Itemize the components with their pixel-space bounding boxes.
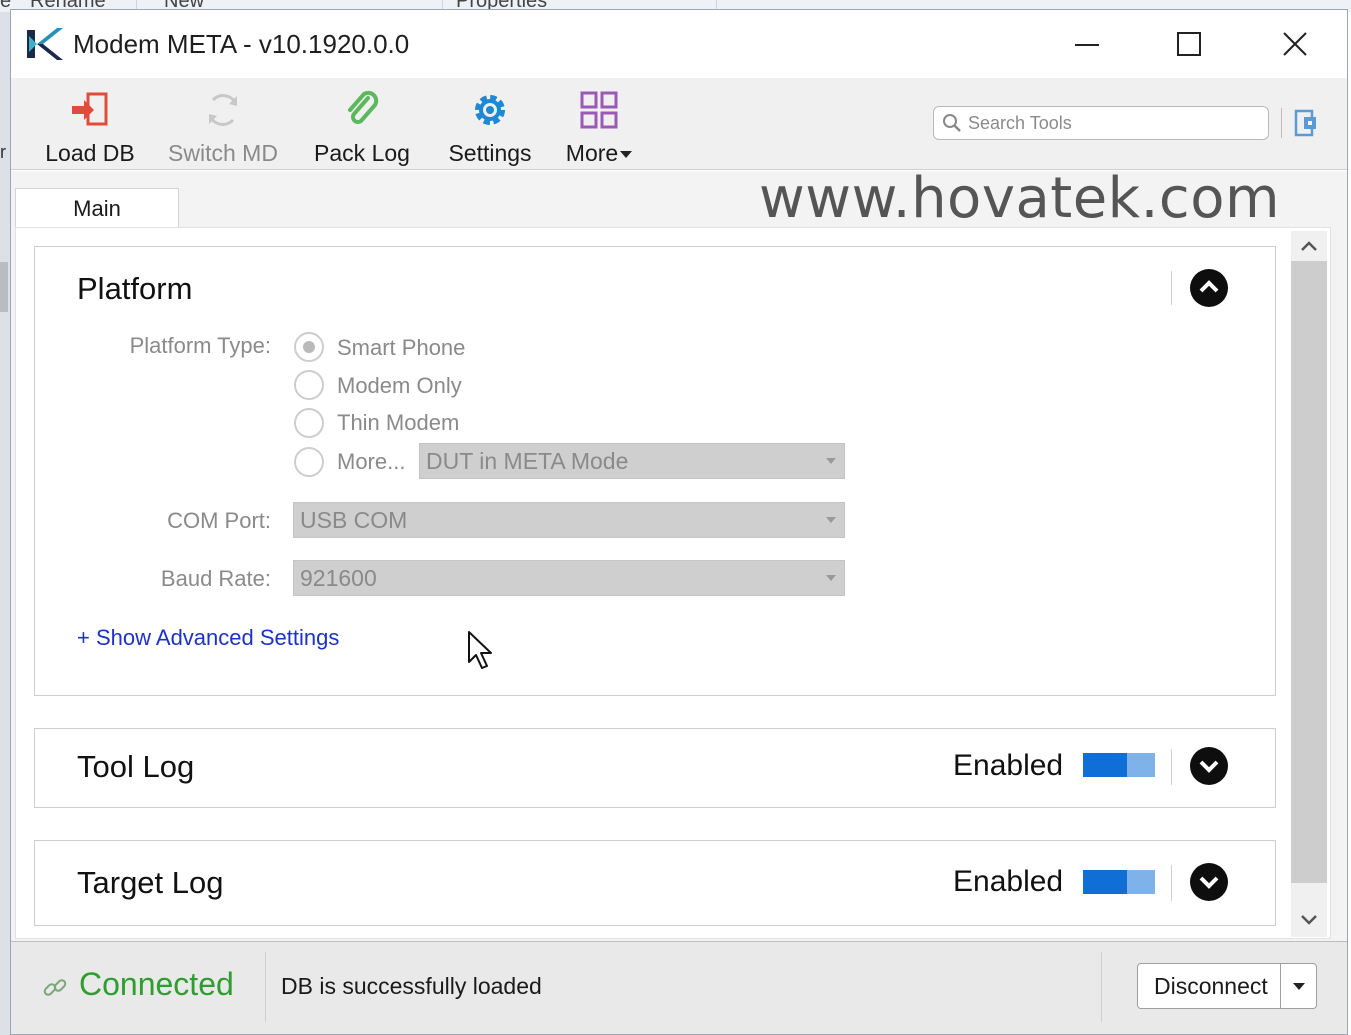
section-separator [1171, 271, 1172, 305]
bg-bar [0, 262, 8, 312]
radio-thin-modem[interactable] [294, 408, 324, 438]
load-db-button[interactable]: Load DB [35, 90, 145, 166]
paperclip-icon [348, 90, 379, 124]
connection-status: Connected [79, 966, 234, 1002]
minimize-icon [1075, 44, 1099, 46]
target-log-section: Target Log Enabled [34, 840, 1276, 926]
close-button[interactable] [1265, 20, 1325, 68]
switch-md-icon [209, 94, 237, 126]
more-button[interactable]: More [559, 90, 639, 166]
section-separator [1171, 865, 1172, 901]
dropdown-arrow-icon [826, 517, 836, 523]
chevron-down-icon[interactable] [1293, 983, 1305, 990]
target-log-status: Enabled [953, 865, 1064, 898]
maximize-icon [1177, 32, 1201, 56]
main-content: Main www.hovatek.com Platform Platform T… [11, 166, 1347, 941]
radio-thin-modem-label: Thin Modem [337, 410, 460, 435]
target-log-expand-button[interactable] [1190, 863, 1228, 901]
background-window-left: r [0, 12, 10, 1035]
more-label-text: More [565, 140, 619, 166]
link-icon [43, 979, 67, 996]
pack-log-label: Pack Log [314, 140, 410, 166]
switch-md-button[interactable]: Switch MD [161, 90, 285, 166]
radio-modem-only[interactable] [294, 370, 324, 400]
grid-icon [580, 91, 618, 129]
title-bar[interactable]: Modem META - v10.1920.0.0 [11, 10, 1347, 78]
chevron-down-icon [1199, 760, 1219, 773]
disconnect-button[interactable]: Disconnect [1137, 963, 1317, 1009]
tab-main[interactable]: Main [15, 188, 179, 228]
pack-log-button[interactable]: Pack Log [305, 90, 419, 166]
radio-more-label: More... [337, 449, 406, 474]
baud-rate-label: Baud Rate: [160, 566, 271, 591]
chevron-up-icon [1199, 280, 1219, 293]
tool-log-toggle[interactable] [1083, 753, 1155, 777]
platform-collapse-button[interactable] [1190, 269, 1228, 307]
load-db-label: Load DB [45, 140, 135, 166]
com-port-select[interactable]: USB COM [293, 502, 845, 538]
dropdown-arrow-icon [826, 575, 836, 581]
search-input[interactable] [968, 110, 1258, 136]
bg-mark: r [0, 142, 6, 162]
chevron-down-icon [620, 151, 633, 159]
switch-md-label: Switch MD [168, 140, 278, 166]
toggle-knob [1083, 870, 1127, 894]
status-separator [265, 952, 266, 1022]
tool-log-expand-button[interactable] [1190, 747, 1228, 785]
scroll-down-icon[interactable] [1299, 909, 1319, 929]
watermark-text: www.hovatek.com [759, 166, 1281, 231]
gear-icon [475, 95, 505, 125]
settings-button[interactable]: Settings [435, 90, 545, 166]
search-box[interactable] [933, 106, 1269, 140]
radio-modem-only-label: Modem Only [337, 373, 462, 398]
platform-type-label: Platform Type: [129, 333, 271, 358]
scroll-up-icon[interactable] [1299, 237, 1319, 257]
load-db-icon [72, 92, 108, 126]
radio-smart-phone-label: Smart Phone [337, 335, 466, 360]
maximize-button[interactable] [1159, 20, 1219, 68]
split-divider [1280, 964, 1281, 1008]
close-icon [1283, 32, 1307, 56]
dock-panel-icon[interactable] [1294, 108, 1320, 138]
radio-smart-phone[interactable] [294, 332, 324, 362]
settings-label: Settings [448, 140, 532, 166]
vertical-scrollbar[interactable] [1291, 231, 1327, 937]
status-bar: Connected DB is successfully loaded Disc… [11, 941, 1347, 1034]
section-separator [1171, 749, 1172, 785]
meta-mode-value: DUT in META Mode [426, 448, 629, 474]
radio-more[interactable] [294, 447, 324, 477]
tool-log-status: Enabled [953, 749, 1064, 782]
target-log-toggle[interactable] [1083, 870, 1155, 894]
chevron-down-icon [1199, 876, 1219, 889]
com-port-label: COM Port: [167, 508, 271, 533]
scrollbar-thumb[interactable] [1291, 261, 1327, 883]
meta-mode-select[interactable]: DUT in META Mode [419, 443, 845, 479]
show-advanced-settings-link[interactable]: + Show Advanced Settings [77, 625, 339, 651]
mouse-cursor-icon [468, 631, 492, 669]
dropdown-arrow-icon [826, 458, 836, 464]
modem-meta-window: Modem META - v10.1920.0.0 Load DB Switch… [10, 9, 1348, 1035]
baud-rate-select[interactable]: 921600 [293, 560, 845, 596]
app-logo-icon [27, 28, 63, 60]
toolbar: Load DB Switch MD Pack Log Settings More… [11, 78, 1347, 170]
tool-log-section: Tool Log Enabled [34, 728, 1276, 808]
window-title: Modem META - v10.1920.0.0 [73, 29, 410, 59]
toolbar-separator [1281, 108, 1282, 138]
search-icon [943, 114, 961, 132]
platform-title: Platform [77, 271, 193, 306]
com-port-value: USB COM [300, 507, 408, 533]
more-label: More [559, 140, 639, 167]
toggle-knob [1083, 753, 1127, 777]
platform-section: Platform Platform Type: Smart Phone Mode… [34, 246, 1276, 696]
status-message: DB is successfully loaded [281, 973, 542, 999]
tool-log-title: Tool Log [77, 749, 195, 784]
minimize-button[interactable] [1057, 20, 1117, 68]
tab-panel: Platform Platform Type: Smart Phone Mode… [15, 227, 1331, 939]
target-log-title: Target Log [77, 865, 224, 900]
status-separator [1101, 952, 1102, 1022]
disconnect-label: Disconnect [1154, 973, 1268, 999]
baud-rate-value: 921600 [300, 565, 377, 591]
